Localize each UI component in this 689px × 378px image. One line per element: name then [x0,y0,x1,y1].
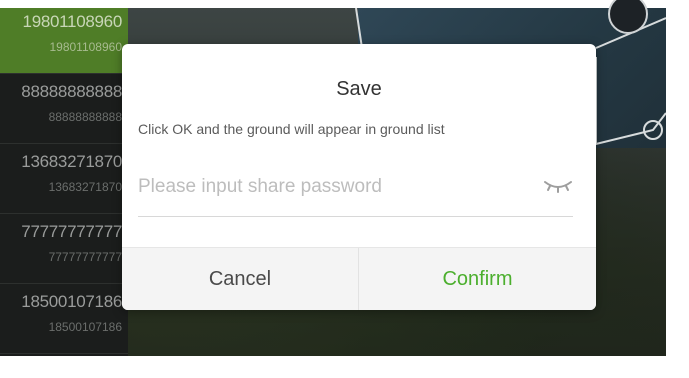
password-input[interactable] [138,170,528,204]
list-item-subtitle: 19801108960 [49,40,122,54]
list-item[interactable]: 18500107186 18500107186 [0,288,128,354]
list-item[interactable]: 88888888888 88888888888 [0,78,128,144]
list-item-title: 13683271870 [21,152,122,171]
list-item-title: 88888888888 [21,82,122,101]
list-item-title: 77777777777 [21,222,122,241]
dialog-button-bar: Cancel Confirm [122,247,596,310]
dialog-message: Click OK and the ground will appear in g… [138,121,445,137]
list-item-subtitle: 88888888888 [48,110,122,124]
account-list: 19801108960 19801108960 88888888888 8888… [0,8,128,356]
list-item-subtitle: 77777777777 [48,250,122,264]
confirm-button[interactable]: Confirm [359,248,596,310]
list-item-subtitle: 18500107186 [48,320,122,334]
list-item[interactable]: 77777777777 77777777777 [0,218,128,284]
cancel-button[interactable]: Cancel [122,248,359,310]
app-screen: 19801108960 19801108960 88888888888 8888… [0,0,689,378]
list-item-title: 19801108960 [22,12,123,31]
save-dialog: Save Click OK and the ground will appear… [122,44,596,310]
list-item[interactable]: 13683271870 13683271870 [0,148,128,214]
list-item[interactable]: 19801108960 19801108960 [0,8,128,74]
password-field [138,164,573,217]
list-item-title: 18500107186 [21,292,122,311]
list-item-subtitle: 13683271870 [48,180,122,194]
dialog-title: Save [336,78,382,100]
eye-closed-icon[interactable] [542,176,574,196]
